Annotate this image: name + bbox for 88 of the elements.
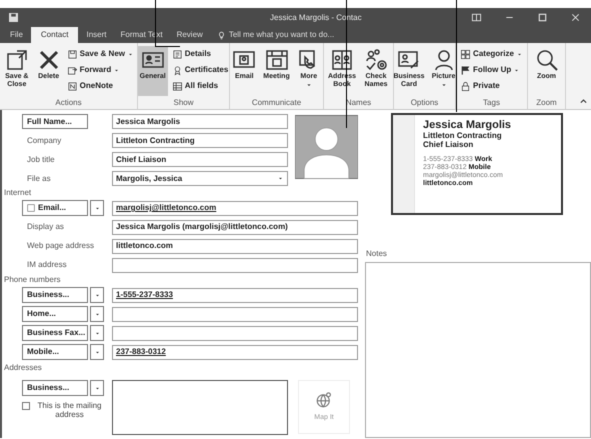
notes-label: Notes xyxy=(366,248,388,260)
ribbon-group-label: Tags xyxy=(482,97,501,109)
notes-field[interactable] xyxy=(365,262,591,438)
forward-icon xyxy=(66,64,78,76)
card-name: Jessica Margolis xyxy=(423,119,512,131)
section-heading: Addresses xyxy=(4,363,43,373)
save-new-icon xyxy=(66,48,78,60)
flag-icon xyxy=(460,64,472,76)
search-icon xyxy=(534,48,558,72)
field-type-button[interactable]: Mobile... xyxy=(22,344,88,360)
ribbon-group-label: Communicate xyxy=(250,97,302,109)
ribbon-display-icon[interactable] xyxy=(471,12,482,23)
ribbon-button[interactable]: Follow Up xyxy=(459,63,524,77)
field-label: IM address xyxy=(26,259,67,271)
certificate-icon xyxy=(172,64,183,76)
text-field[interactable]: Chief Liaison xyxy=(112,152,288,167)
text-field[interactable] xyxy=(112,306,358,322)
save-close-icon xyxy=(4,48,29,72)
dropdown-button[interactable] xyxy=(90,306,104,322)
ribbon-tab[interactable]: Insert xyxy=(80,27,112,43)
ribbon-group-label: Actions xyxy=(54,97,83,109)
all-fields-icon xyxy=(172,80,183,92)
close-icon[interactable] xyxy=(570,12,581,23)
check-names-icon xyxy=(364,48,388,72)
section-heading: Internet xyxy=(4,188,32,198)
field-label: Display as xyxy=(26,221,64,233)
tell-me-search[interactable]: Tell me what you want to do... xyxy=(214,27,336,43)
checkbox-label: This is the mailing address xyxy=(36,401,103,419)
onenote-icon xyxy=(66,80,78,92)
field-label: Company xyxy=(26,134,62,146)
contact-photo-placeholder[interactable] xyxy=(295,114,358,180)
field-type-button[interactable]: Business Fax... xyxy=(22,325,88,341)
text-field[interactable]: margolisj@littletonco.com xyxy=(112,200,358,216)
text-field[interactable] xyxy=(112,258,358,272)
ribbon-tab[interactable]: File xyxy=(4,27,29,43)
text-field[interactable]: 1-555-237-8333 xyxy=(112,288,358,302)
categorize-icon xyxy=(460,48,472,60)
field-type-button[interactable]: Business... xyxy=(22,287,88,303)
field-label: Job title xyxy=(26,154,55,166)
maximize-icon[interactable] xyxy=(537,12,548,23)
field-type-button[interactable]: Home... xyxy=(22,306,88,322)
checkbox-icon xyxy=(27,204,35,212)
field-type-button[interactable]: Business... xyxy=(22,380,88,396)
text-field[interactable]: littletonco.com xyxy=(112,238,358,254)
ribbon-group-label: Show xyxy=(172,97,194,109)
ribbon-button[interactable]: Forward xyxy=(66,63,135,77)
window-title: Jessica Margolis - Contac xyxy=(270,12,362,24)
field-type-button[interactable]: Full Name... xyxy=(22,114,88,129)
lock-icon xyxy=(460,80,472,92)
section-heading: Phone numbers xyxy=(4,275,62,285)
lightbulb-icon xyxy=(216,30,226,40)
field-type-button[interactable]: Email... xyxy=(22,200,88,216)
ribbon-tab[interactable]: Contact xyxy=(30,27,78,43)
ribbon-button[interactable]: Details xyxy=(170,47,230,61)
field-label: Web page address xyxy=(26,240,94,252)
dropdown-button[interactable] xyxy=(90,200,104,216)
collapse-ribbon-icon[interactable] xyxy=(579,97,588,106)
text-field[interactable]: Margolis, Jessica xyxy=(112,171,288,186)
meeting-icon xyxy=(264,48,288,72)
save-icon[interactable] xyxy=(8,12,19,23)
ribbon-group-label: Options xyxy=(410,97,440,109)
caret-icon xyxy=(277,175,284,182)
ribbon-tab[interactable]: Review xyxy=(170,27,209,43)
text-field[interactable]: 237-883-0312 xyxy=(112,344,358,360)
mailing-address-checkbox[interactable] xyxy=(22,402,30,410)
text-field[interactable]: Littleton Contracting xyxy=(112,133,288,148)
field-label: File as xyxy=(26,172,51,184)
text-field[interactable]: Jessica Margolis xyxy=(112,114,288,129)
text-field[interactable] xyxy=(112,326,358,340)
ribbon-button[interactable]: Save & New xyxy=(66,47,135,61)
ribbon-button[interactable]: Private xyxy=(459,79,524,93)
globe-pin-icon xyxy=(315,390,333,409)
dropdown-button[interactable] xyxy=(90,287,104,303)
address-field[interactable] xyxy=(112,380,288,435)
dropdown-button[interactable] xyxy=(90,325,104,341)
dropdown-button[interactable] xyxy=(90,344,104,360)
ribbon-button[interactable]: All fields xyxy=(170,79,230,93)
ribbon-button[interactable]: Categorize xyxy=(459,47,524,61)
card-company: Littleton Contracting xyxy=(423,131,503,140)
ribbon-button[interactable]: Certificates xyxy=(170,63,230,77)
tell-me-placeholder: Tell me what you want to do... xyxy=(228,29,334,41)
ribbon-group-label: Zoom xyxy=(535,97,558,109)
ribbon-button[interactable]: OneNote xyxy=(66,79,135,93)
card-job-title: Chief Liaison xyxy=(423,140,474,149)
dropdown-button[interactable] xyxy=(90,380,104,396)
text-field[interactable]: Jessica Margolis (margolisj@littletonco.com) xyxy=(112,220,358,234)
address-book-icon xyxy=(330,48,354,72)
details-icon xyxy=(172,48,183,60)
